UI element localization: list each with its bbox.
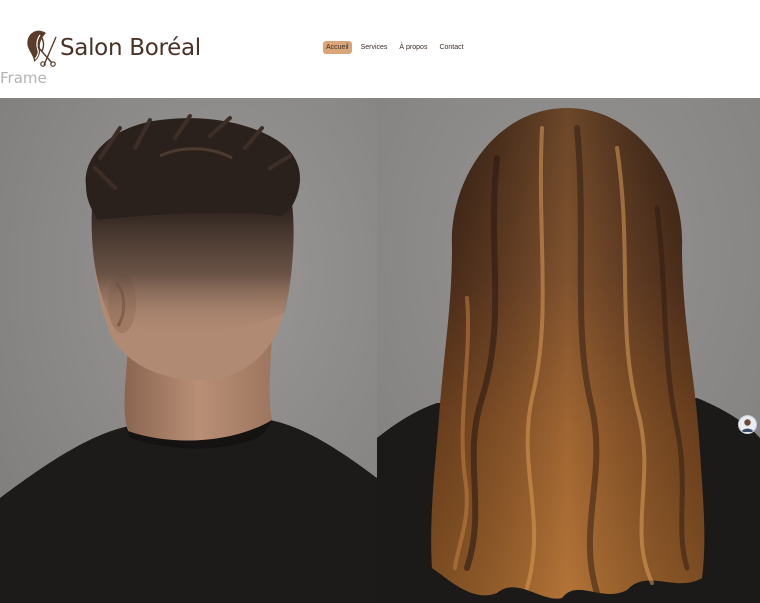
nav-item-services[interactable]: Services — [358, 41, 391, 54]
nav-item-a-propos[interactable]: À propos — [396, 41, 430, 54]
main-nav: Accueil Services À propos Contact — [323, 41, 467, 54]
hero-section — [0, 98, 760, 603]
nav-item-accueil[interactable]: Accueil — [323, 41, 352, 54]
nav-item-contact[interactable]: Contact — [436, 41, 466, 54]
hero-image-man-fade — [0, 98, 377, 603]
site-header: Salon Boréal Frame Accueil Services À pr… — [0, 0, 760, 98]
woman-profile-scissors-icon[interactable] — [22, 29, 58, 67]
hero-image-woman-balayage — [377, 98, 760, 603]
brand-name[interactable]: Salon Boréal — [60, 33, 201, 63]
chat-avatar-icon[interactable] — [738, 415, 757, 434]
frame-label: Frame — [0, 69, 47, 87]
